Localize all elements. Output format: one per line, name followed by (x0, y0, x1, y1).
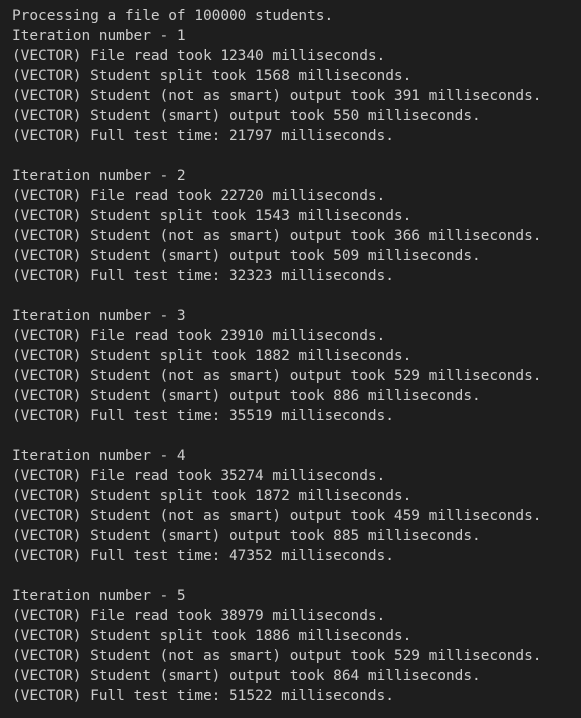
smart-output-line: (VECTOR) Student (smart) output took 509… (12, 248, 481, 264)
iteration-block-2: Iteration number - 2 (VECTOR) File read … (12, 166, 581, 286)
smart-output-line: (VECTOR) Student (smart) output took 550… (12, 108, 481, 124)
iteration-title: Iteration number - 4 (12, 448, 186, 464)
iteration-title: Iteration number - 5 (12, 588, 186, 604)
full-test-time-line: (VECTOR) Full test time: 47352 milliseco… (12, 548, 394, 564)
iteration-title: Iteration number - 1 (12, 28, 186, 44)
terminal-output[interactable]: Processing a file of 100000 students. It… (0, 0, 581, 718)
not-smart-output-line: (VECTOR) Student (not as smart) output t… (12, 648, 542, 664)
iteration-block-1: Iteration number - 1 (VECTOR) File read … (12, 26, 581, 146)
file-read-line: (VECTOR) File read took 35274 millisecon… (12, 468, 386, 484)
student-split-line: (VECTOR) Student split took 1886 millise… (12, 628, 412, 644)
file-read-line: (VECTOR) File read took 38979 millisecon… (12, 608, 386, 624)
iteration-block-4: Iteration number - 4 (VECTOR) File read … (12, 446, 581, 566)
smart-output-line: (VECTOR) Student (smart) output took 885… (12, 528, 481, 544)
student-split-line: (VECTOR) Student split took 1568 millise… (12, 68, 412, 84)
full-test-time-line: (VECTOR) Full test time: 51522 milliseco… (12, 688, 394, 704)
file-read-line: (VECTOR) File read took 12340 millisecon… (12, 48, 386, 64)
smart-output-line: (VECTOR) Student (smart) output took 864… (12, 668, 481, 684)
file-read-line: (VECTOR) File read took 23910 millisecon… (12, 328, 386, 344)
student-split-line: (VECTOR) Student split took 1543 millise… (12, 208, 412, 224)
not-smart-output-line: (VECTOR) Student (not as smart) output t… (12, 508, 542, 524)
not-smart-output-line: (VECTOR) Student (not as smart) output t… (12, 368, 542, 384)
full-test-time-line: (VECTOR) Full test time: 21797 milliseco… (12, 128, 394, 144)
student-split-line: (VECTOR) Student split took 1872 millise… (12, 488, 412, 504)
iteration-block-3: Iteration number - 3 (VECTOR) File read … (12, 306, 581, 426)
file-read-line: (VECTOR) File read took 22720 millisecon… (12, 188, 386, 204)
full-test-time-line: (VECTOR) Full test time: 35519 milliseco… (12, 408, 394, 424)
iteration-title: Iteration number - 3 (12, 308, 186, 324)
full-test-time-line: (VECTOR) Full test time: 32323 milliseco… (12, 268, 394, 284)
smart-output-line: (VECTOR) Student (smart) output took 886… (12, 388, 481, 404)
not-smart-output-line: (VECTOR) Student (not as smart) output t… (12, 228, 542, 244)
iteration-block-5: Iteration number - 5 (VECTOR) File read … (12, 586, 581, 706)
iteration-title: Iteration number - 2 (12, 168, 186, 184)
student-split-line: (VECTOR) Student split took 1882 millise… (12, 348, 412, 364)
not-smart-output-line: (VECTOR) Student (not as smart) output t… (12, 88, 542, 104)
header-line: Processing a file of 100000 students. (12, 8, 334, 24)
